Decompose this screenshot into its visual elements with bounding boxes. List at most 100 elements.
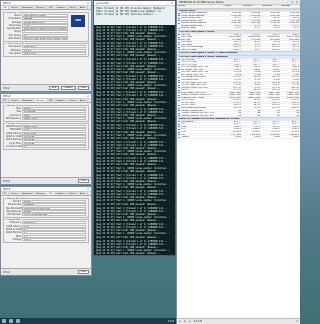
tab-cpu[interactable]: CPU <box>1 192 10 195</box>
tab-spd[interactable]: SPD <box>47 6 56 9</box>
window-controls[interactable]: – ✕ <box>83 94 90 98</box>
close-button[interactable]: Close <box>77 270 89 274</box>
sensor-value: 100.0 % <box>233 46 241 48</box>
sensor-row[interactable]: Chassis2 0 RPM 0 RPM 0 RPM 0 RPM <box>177 136 300 139</box>
sensor-value: 115.9 A <box>272 71 280 73</box>
window-title: HWiNFO64 v6.10-3880 Sensor Status <box>179 1 224 4</box>
window-titlebar[interactable]: CPU-Z – ✕ <box>1 187 91 192</box>
sensor-value: No <box>238 109 241 112</box>
processor-group: Processor AMD Name AMD Ryzen 9 3900X Code … <box>3 11 89 43</box>
window-titlebar[interactable]: CPU-Z – ✕ <box>1 1 91 6</box>
tab-bench[interactable]: Bench <box>68 192 79 195</box>
tab-spd[interactable]: SPD <box>47 99 56 102</box>
sensor-value: 5,370 MB <box>290 19 300 22</box>
window-titlebar[interactable]: HWiNFO64 v6.10-3880 Sensor Status – ☐ ✕ <box>177 0 300 5</box>
close-icon[interactable]: ✕ <box>296 320 298 323</box>
settings-icon[interactable]: ⚙ <box>184 320 186 323</box>
tab-bench[interactable]: Bench <box>68 99 79 102</box>
sensor-value: 5.052 V <box>291 128 300 130</box>
window-titlebar[interactable]: y-cruncher – ✕ <box>94 1 175 6</box>
column-sensor[interactable]: Sensor <box>177 5 223 8</box>
sensor-value: 99.4 % <box>292 104 300 107</box>
sensor-name: CPU SoC Power (SVI2 TFN) <box>177 84 223 86</box>
sensor-value: 40.5 x <box>254 41 261 43</box>
sensor-value: 6,026 MB <box>251 12 261 14</box>
tab-memory[interactable]: Memory <box>34 99 48 102</box>
column-current[interactable]: Current <box>223 5 242 8</box>
group-label: Timings <box>6 122 16 125</box>
sensor-value: 40.3 °C <box>291 120 300 123</box>
sensor-value: 12.110 V <box>290 130 300 133</box>
sensor-value: 6,552 MB <box>270 12 280 14</box>
sensor-value: 1.481 V <box>272 33 280 36</box>
tab-cpu[interactable]: CPU <box>1 99 10 102</box>
log-block: [Aug 23 12:16] Test 4 [thread 1 of 1] 44… <box>94 124 175 140</box>
log-block: [Aug 23 12:16] Test 4 [thread 1 of 1] 44… <box>94 25 175 41</box>
validate-button[interactable]: Validate <box>61 86 76 90</box>
tab-caches[interactable]: Caches <box>9 192 21 195</box>
tab-spd[interactable]: SPD <box>47 192 56 195</box>
sensor-value: 153.9 W <box>233 81 241 84</box>
close-button[interactable]: Close <box>77 179 89 183</box>
tab-strip[interactable]: CPU Caches Mainboard Memory SPD Graphics Bench… <box>1 192 91 196</box>
tab-graphics[interactable]: Graphics <box>55 99 68 102</box>
log-block: [Aug 23 12:16] Test 4 [thread 1 of 1] 44… <box>94 173 175 189</box>
sensor-value: 100.0 % <box>233 48 241 51</box>
window-titlebar[interactable]: CPU-Z – ✕ <box>1 94 91 99</box>
tools-button[interactable]: Tools <box>48 86 60 90</box>
tab-about[interactable]: About <box>78 99 89 102</box>
window-controls[interactable]: – ✕ <box>83 1 90 5</box>
sensor-value: 12.6 W <box>253 84 261 86</box>
sensor-value: 85.0 °C <box>272 123 280 125</box>
start-icon[interactable] <box>2 319 6 323</box>
hwinfo-window[interactable]: HWiNFO64 v6.10-3880 Sensor Status – ☐ ✕ S… <box>176 0 300 324</box>
tab-memory[interactable]: Memory <box>35 6 48 9</box>
app-icon[interactable] <box>9 319 13 323</box>
tab-mainboard[interactable]: Mainboard <box>20 192 35 195</box>
tab-strip[interactable]: CPU Caches Mainboard Memory SPD Graphics Bench… <box>1 99 91 103</box>
sensor-value: 12.192 V <box>271 130 280 133</box>
tab-memory[interactable]: Memory <box>35 192 48 195</box>
window-title: CPU-Z <box>3 95 11 98</box>
sensor-value: 85.6 °C <box>272 58 280 61</box>
tab-mainboard[interactable]: Mainboard <box>20 99 35 102</box>
sensor-value: 125.0 % <box>291 99 300 101</box>
sensor-value: 0 RPM <box>254 136 261 138</box>
tab-cpu[interactable]: CPU <box>1 6 10 9</box>
tab-caches[interactable]: Caches <box>9 99 21 102</box>
column-average[interactable]: Average <box>281 5 300 8</box>
field-value: F4-3733C16-8GTZKW <box>22 213 86 217</box>
window-controls[interactable]: – ✕ <box>167 1 174 5</box>
sensor-name: Chassis2 <box>177 136 223 138</box>
amd-logo: AMD <box>71 15 85 27</box>
close-button[interactable]: Close <box>77 86 89 90</box>
window-controls[interactable]: – ✕ <box>83 187 90 191</box>
column-minimum[interactable]: Minimum <box>242 5 261 8</box>
sensor-value: No <box>296 114 300 117</box>
field-row: Instructions MMX(+), SSE, SSE2, SSE3, SSS… <box>4 37 70 41</box>
tab-bench[interactable]: Bench <box>68 6 79 9</box>
tab-about[interactable]: About <box>78 6 89 9</box>
tab-caches[interactable]: Caches <box>9 6 21 9</box>
cpuz-window-cpu[interactable]: CPU-Z – ✕ CPU Caches Mainboard Memory SPD Grap… <box>0 0 92 92</box>
sensor-value: 100.0 % <box>233 43 241 46</box>
log-block: [Aug 23 12:16] Test 4 [thread 1 of 1] 44… <box>94 206 175 222</box>
tab-graphics[interactable]: Graphics <box>55 6 68 9</box>
sensor-value: 4,099.6 MHz <box>229 36 241 38</box>
tab-mainboard[interactable]: Mainboard <box>20 6 35 9</box>
stress-test-window[interactable]: y-cruncher – ✕ [Main thread] 12 [PI 1M] A… <box>93 0 176 256</box>
sensor-value: 34.5 °C <box>253 63 261 66</box>
reset-icon[interactable]: ⟲ <box>179 320 181 323</box>
tab-graphics[interactable]: Graphics <box>55 192 68 195</box>
cpuz-window-spd[interactable]: CPU-Z – ✕ CPU Caches Mainboard Memory SPD Grap… <box>0 186 92 276</box>
sensor-value: 13.7 W <box>292 84 300 86</box>
window-controls[interactable]: – ☐ ✕ <box>287 0 299 4</box>
tab-about[interactable]: About <box>78 192 89 195</box>
sensor-value: 80.8 °C <box>272 63 280 66</box>
cpuz-window-memory[interactable]: CPU-Z – ✕ CPU Caches Mainboard Memory SPD Grap… <box>0 93 92 185</box>
tab-strip[interactable]: CPU Caches Mainboard Memory SPD Graphics Bench… <box>1 6 91 10</box>
app-icon[interactable] <box>16 319 20 323</box>
sensor-value: 32.6 % <box>234 24 241 27</box>
sensor-value: 1,866.7 MHz <box>229 91 241 94</box>
column-maximum[interactable]: Maximum <box>261 5 280 8</box>
